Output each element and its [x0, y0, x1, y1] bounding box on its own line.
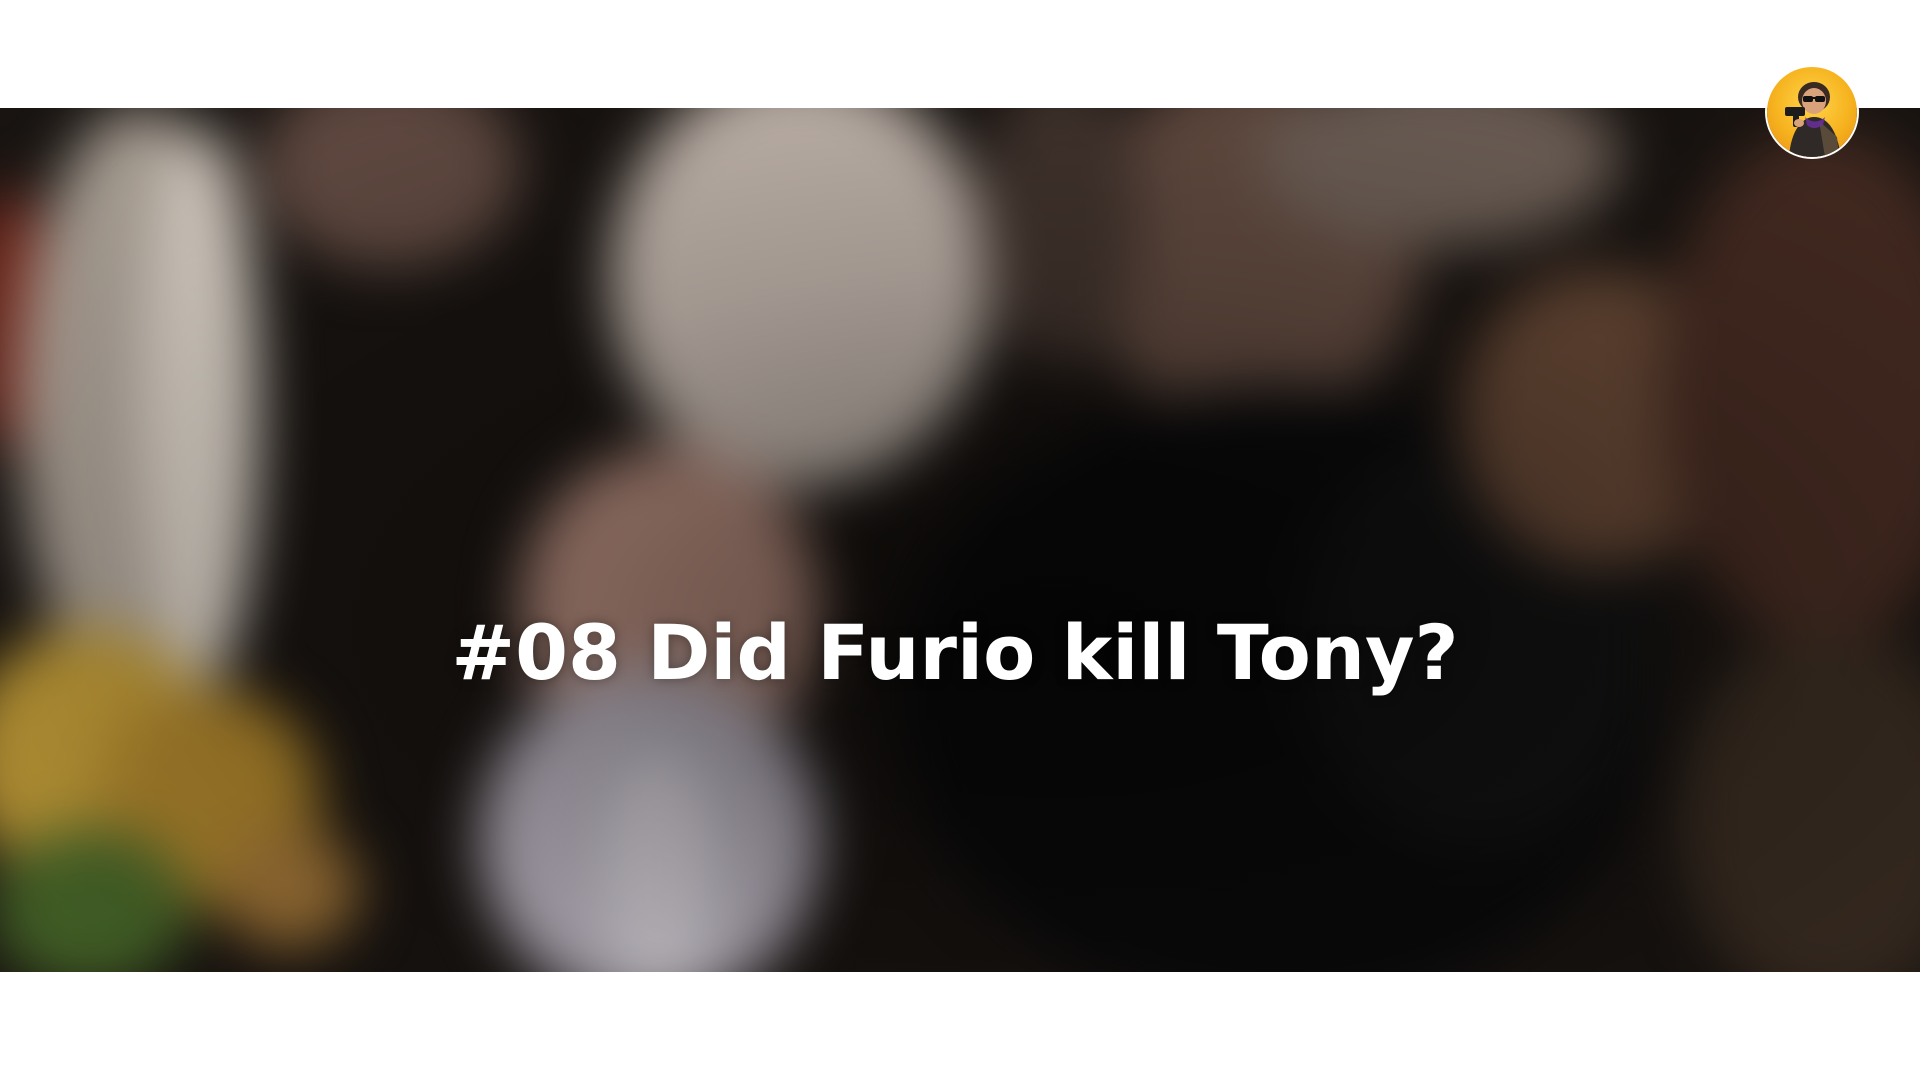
page: #08 Did Furio kill Tony? [0, 0, 1920, 1080]
hero-title: #08 Did Furio kill Tony? [451, 608, 1459, 697]
hero-overlay [0, 108, 1920, 972]
profile-avatar-icon [1785, 82, 1841, 157]
profile-avatar[interactable] [1767, 67, 1857, 157]
hero-banner: #08 Did Furio kill Tony? [0, 108, 1920, 972]
